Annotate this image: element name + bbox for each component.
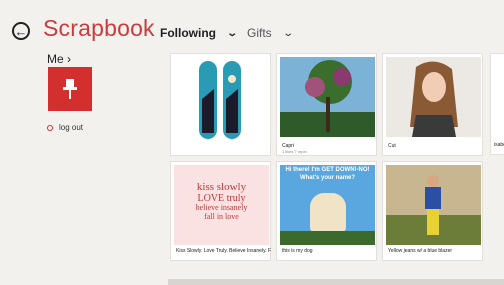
meme-bottom-text: What's your name? bbox=[299, 175, 356, 181]
pin-caption: this is my dog bbox=[282, 248, 313, 254]
pin-image bbox=[280, 57, 375, 137]
profile-link[interactable]: Me › bbox=[47, 52, 71, 66]
me-label: Me bbox=[47, 52, 64, 66]
pin-tile[interactable]: Cut bbox=[382, 53, 483, 156]
pin-image: kiss slowly LOVE truly believe insanely … bbox=[174, 165, 269, 245]
pin-tile[interactable]: Hi there! I'm GET DOWN!-NO! What's your … bbox=[276, 161, 377, 261]
pin-stats: 1 likes 7 repin bbox=[282, 149, 307, 154]
pin-image: Hi there! I'm GET DOWN!-NO! What's your … bbox=[280, 165, 375, 245]
horizontal-scrollbar[interactable] bbox=[168, 279, 504, 285]
pin-tile[interactable]: kiss slowly LOVE truly believe insanely … bbox=[170, 161, 271, 261]
quote-line: kiss slowly bbox=[196, 181, 247, 193]
back-button[interactable]: ← bbox=[12, 22, 30, 40]
pin-caption: isabe bbox=[494, 142, 504, 148]
pin-caption: Cut bbox=[388, 143, 396, 149]
arrow-left-icon: ← bbox=[14, 23, 28, 39]
pin-tile[interactable]: Capri 1 likes 7 repin bbox=[276, 53, 377, 156]
pin-caption: Yellow jeans w/ a blue blazer bbox=[388, 248, 453, 254]
chevron-down-icon: ⌄ bbox=[281, 27, 294, 39]
avatar[interactable] bbox=[48, 67, 92, 111]
tab-gifts[interactable]: Gifts ⌄ bbox=[247, 26, 294, 40]
logout-label: log out bbox=[59, 123, 84, 132]
pin-caption: Kiss Slowly. Love Truly. Believe Insanel… bbox=[176, 248, 271, 254]
quote-line: fall in love bbox=[204, 211, 239, 221]
chevron-down-icon: ⌄ bbox=[226, 27, 239, 39]
chevron-right-icon: › bbox=[67, 52, 72, 66]
pin-image bbox=[199, 61, 241, 139]
meme-top-text: Hi there! I'm GET DOWN!-NO! bbox=[285, 167, 370, 173]
app-title: Scrapbook bbox=[43, 15, 155, 41]
pin-image bbox=[386, 57, 481, 137]
pushpin-icon bbox=[63, 79, 77, 99]
pin-image bbox=[386, 165, 481, 245]
tab-following[interactable]: Following ⌄ bbox=[160, 26, 239, 40]
logout-icon bbox=[47, 124, 53, 131]
pin-tile[interactable]: Yellow jeans w/ a blue blazer bbox=[382, 161, 483, 261]
pin-tile-partial[interactable]: isabe bbox=[490, 53, 504, 155]
tab-following-label: Following bbox=[160, 26, 216, 40]
pin-tile[interactable] bbox=[170, 53, 271, 156]
tab-gifts-label: Gifts bbox=[247, 26, 272, 40]
logout-button[interactable]: log out bbox=[47, 123, 83, 132]
